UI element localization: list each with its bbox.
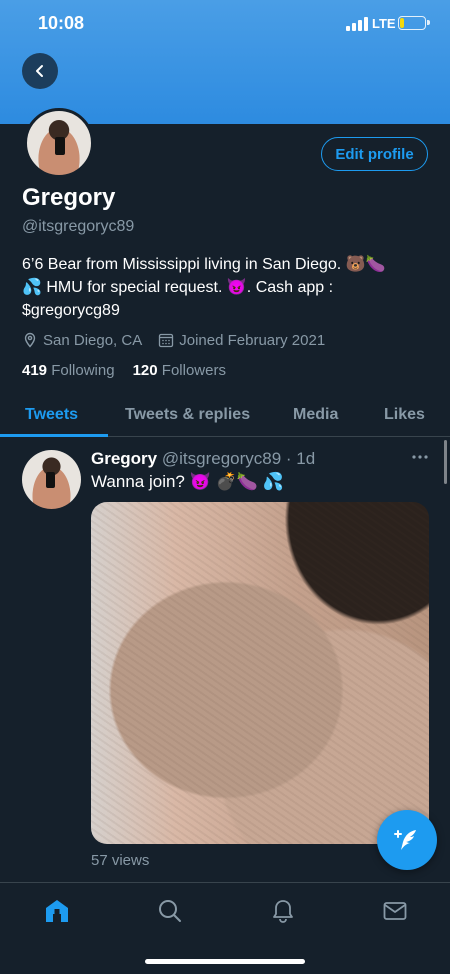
home-icon (46, 900, 68, 922)
chevron-left-icon (36, 65, 43, 77)
active-tab-indicator (0, 434, 108, 437)
tweet-author-meta: @itsgregoryc89 · 1d (161, 449, 316, 468)
cellular-signal-icon (346, 17, 368, 31)
profile-bio: 6’6 Bear from Mississippi living in San … (22, 253, 432, 322)
profile-meta: San Diego, CA Joined February 2021 (22, 330, 341, 350)
profile-location: San Diego, CA (22, 332, 142, 349)
nav-home[interactable] (43, 897, 71, 925)
back-button[interactable] (22, 53, 58, 89)
following-label: Following (51, 362, 115, 379)
joined-text: Joined February 2021 (179, 331, 326, 349)
nav-messages[interactable] (381, 897, 409, 925)
tweet-text: Wanna join? 😈 💣🍆 💦 (91, 472, 284, 491)
battery-icon (398, 16, 430, 30)
bio-line: 💦 HMU for special request. 😈. Cash app : (22, 279, 334, 296)
status-time: 10:08 (38, 13, 85, 33)
bio-line: $gregorycg89 (22, 302, 120, 319)
edit-profile-button[interactable]: Edit profile (321, 137, 428, 171)
tweet-more-button[interactable] (410, 447, 430, 467)
nav-search[interactable] (156, 897, 184, 925)
home-indicator[interactable] (145, 959, 305, 964)
followers-link[interactable]: 120 Followers (133, 362, 226, 379)
profile-tabs: Tweets Tweets & replies Media Likes (0, 394, 450, 437)
nav-notifications[interactable] (269, 897, 297, 925)
followers-label: Followers (161, 362, 226, 379)
network-type: LTE (372, 16, 396, 31)
more-horizontal-icon (412, 455, 428, 459)
scrollbar[interactable] (444, 440, 447, 484)
messages-mail-icon (383, 902, 407, 920)
tweet-author-avatar[interactable] (22, 450, 81, 509)
compose-tweet-icon (394, 830, 416, 850)
compose-tweet-button[interactable] (377, 810, 437, 870)
calendar-icon (159, 333, 174, 348)
profile-handle: @itsgregoryc89 (22, 218, 135, 235)
tweet-views: 57 views (91, 852, 150, 869)
battery-level (400, 18, 404, 28)
location-text: San Diego, CA (43, 331, 143, 349)
bio-line: 6’6 Bear from Mississippi living in San … (22, 256, 386, 273)
follow-stats: 419 Following 120 Followers (22, 362, 244, 379)
tab-tweets[interactable]: Tweets (25, 394, 78, 436)
tab-tweets-and-replies[interactable]: Tweets & replies (125, 394, 250, 436)
status-bar: 10:08 LTE (0, 0, 450, 48)
profile-avatar[interactable] (24, 108, 94, 178)
location-pin-icon (24, 332, 36, 348)
notifications-bell-icon (273, 900, 293, 923)
following-count: 419 (22, 362, 48, 379)
tweet-header: Gregory @itsgregoryc89 · 1d (91, 449, 315, 469)
search-icon (159, 900, 181, 922)
followers-count: 120 (132, 362, 158, 379)
tweet-author-name[interactable]: Gregory (91, 449, 157, 468)
tab-media[interactable]: Media (293, 394, 338, 436)
profile-joined: Joined February 2021 (158, 332, 325, 349)
following-link[interactable]: 419 Following (22, 362, 115, 379)
tab-likes[interactable]: Likes (384, 394, 425, 436)
profile-name: Gregory (22, 184, 116, 211)
tweet-media-image[interactable] (91, 502, 429, 844)
